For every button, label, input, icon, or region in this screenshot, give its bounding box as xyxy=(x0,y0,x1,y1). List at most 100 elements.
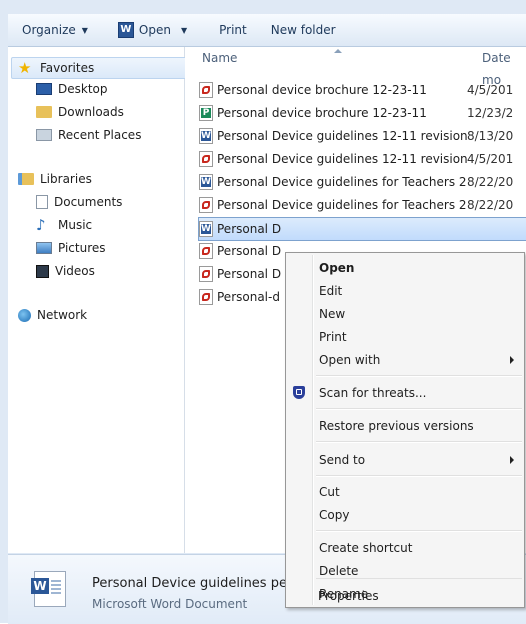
word-file-icon xyxy=(199,128,213,144)
file-name: Personal Device guidelines for Teachers … xyxy=(217,198,467,212)
menu-item-open[interactable]: Open xyxy=(319,257,354,279)
menu-item-send-to[interactable]: Send to xyxy=(319,449,365,471)
table-row[interactable]: Personal Device guidelines 12-11 revisio… xyxy=(199,125,526,147)
new-folder-label: New folder xyxy=(270,23,336,37)
pdf-file-icon xyxy=(199,197,213,213)
chevron-down-icon: ▼ xyxy=(81,25,88,35)
nav-libraries-label: Libraries xyxy=(40,172,92,186)
file-date: 4/5/201 xyxy=(467,152,514,166)
nav-downloads-label: Downloads xyxy=(58,105,124,119)
file-date: 4/5/201 xyxy=(467,83,514,97)
word-badge-icon: W xyxy=(31,578,49,594)
file-date: 8/22/20 xyxy=(467,175,514,189)
document-lines-icon xyxy=(51,580,61,582)
desktop-icon xyxy=(36,83,52,95)
nav-pictures-label: Pictures xyxy=(58,241,106,255)
nav-pictures[interactable]: Pictures xyxy=(36,238,106,258)
file-date: 8/22/20 xyxy=(467,198,514,212)
menu-item-edit[interactable]: Edit xyxy=(319,280,342,302)
nav-network-label: Network xyxy=(37,308,88,322)
pdf-file-icon xyxy=(199,151,213,167)
submenu-arrow-icon xyxy=(510,456,514,464)
table-row[interactable]: Personal Device guidelines for Teachers … xyxy=(199,194,526,216)
nav-videos[interactable]: Videos xyxy=(36,261,95,281)
star-icon: ★ xyxy=(18,59,32,77)
table-row[interactable]: Personal Device guidelines for Teachers … xyxy=(199,171,526,193)
nav-desktop-label: Desktop xyxy=(58,82,108,96)
menu-separator xyxy=(316,375,522,377)
file-name: Personal device brochure 12-23-11 xyxy=(217,106,427,120)
film-icon xyxy=(36,264,49,278)
menu-item-properties[interactable]: Properties xyxy=(318,585,379,607)
nav-libraries[interactable]: Libraries xyxy=(18,169,92,189)
nav-downloads[interactable]: Downloads xyxy=(36,102,124,122)
nav-favorites[interactable]: ★ Favorites xyxy=(11,57,187,79)
pdf-file-icon xyxy=(199,82,213,98)
menu-item-restore[interactable]: Restore previous versions xyxy=(319,415,474,437)
shield-icon xyxy=(293,386,305,399)
context-menu: Open Edit New Print Open with Scan for t… xyxy=(285,252,525,608)
open-button[interactable]: W Open ▼ xyxy=(110,18,195,42)
nav-videos-label: Videos xyxy=(55,264,95,278)
word-file-icon xyxy=(199,221,213,237)
menu-item-print[interactable]: Print xyxy=(319,326,347,348)
sort-ascending-icon xyxy=(334,49,342,53)
table-row[interactable]: Personal device brochure 12-23-11 12/23/… xyxy=(199,102,526,124)
submenu-arrow-icon xyxy=(510,356,514,364)
nav-recent-places[interactable]: Recent Places xyxy=(36,125,141,145)
menu-item-open-with-label: Open with xyxy=(319,353,381,367)
nav-music[interactable]: ♪ Music xyxy=(36,215,92,235)
menu-item-new[interactable]: New xyxy=(319,303,345,325)
organize-button[interactable]: Organize ▼ xyxy=(14,18,96,42)
nav-network[interactable]: Network xyxy=(18,305,87,325)
column-header-name[interactable]: Name xyxy=(202,47,237,69)
file-date: 8/13/20 xyxy=(467,129,514,143)
print-button[interactable]: Print xyxy=(211,18,255,42)
word-file-icon xyxy=(199,174,213,190)
column-header-date[interactable]: Date mo xyxy=(482,47,526,87)
table-row[interactable]: Personal Device guidelines 12-11 revisio… xyxy=(199,148,526,170)
network-globe-icon xyxy=(18,308,31,322)
nav-documents[interactable]: Documents xyxy=(36,192,122,212)
navigation-pane: ★ Favorites Desktop Downloads Recent Pla… xyxy=(8,47,187,553)
publisher-file-icon xyxy=(199,105,213,121)
music-note-icon: ♪ xyxy=(36,216,46,234)
new-folder-button[interactable]: New folder xyxy=(263,18,344,42)
pictures-icon xyxy=(36,242,52,254)
table-row[interactable]: Personal device brochure 12-23-11 4/5/20… xyxy=(199,79,526,101)
menu-gutter xyxy=(312,255,314,605)
menu-separator xyxy=(316,578,522,579)
print-label: Print xyxy=(219,23,247,37)
details-file-name: Personal Device guidelines pe xyxy=(92,576,287,591)
menu-separator xyxy=(316,408,522,410)
chevron-down-icon[interactable]: ▼ xyxy=(181,26,187,35)
file-name: Personal D xyxy=(217,222,282,236)
details-file-type: Microsoft Word Document xyxy=(92,597,248,611)
libraries-icon xyxy=(18,173,34,185)
table-row-selected[interactable]: Personal D xyxy=(198,217,526,241)
file-name: Personal Device guidelines for Teachers … xyxy=(217,175,467,189)
file-name: Personal Device guidelines 12-11 revisio… xyxy=(217,152,467,166)
recent-places-icon xyxy=(36,129,52,141)
word-icon: W xyxy=(117,22,134,38)
menu-item-copy[interactable]: Copy xyxy=(319,504,349,526)
downloads-folder-icon xyxy=(36,106,52,118)
menu-item-open-with[interactable]: Open with xyxy=(319,349,519,371)
nav-desktop[interactable]: Desktop xyxy=(36,79,108,99)
documents-icon xyxy=(36,195,48,209)
menu-item-create-shortcut[interactable]: Create shortcut xyxy=(319,537,412,559)
nav-recent-places-label: Recent Places xyxy=(58,128,142,142)
nav-documents-label: Documents xyxy=(54,195,123,209)
file-name: Personal device brochure 12-23-11 xyxy=(217,83,427,97)
file-date: 12/23/2 xyxy=(467,106,514,120)
menu-separator xyxy=(316,441,522,443)
organize-label: Organize xyxy=(22,23,76,37)
menu-separator xyxy=(316,475,522,477)
menu-item-scan[interactable]: Scan for threats... xyxy=(319,382,426,404)
menu-item-cut[interactable]: Cut xyxy=(319,481,340,503)
pdf-file-icon xyxy=(199,243,213,259)
command-bar: Organize ▼ W Open ▼ Print New folder xyxy=(8,14,526,47)
nav-favorites-label: Favorites xyxy=(40,61,95,75)
file-name: Personal Device guidelines 12-11 revisio… xyxy=(217,129,467,143)
nav-music-label: Music xyxy=(58,218,93,232)
